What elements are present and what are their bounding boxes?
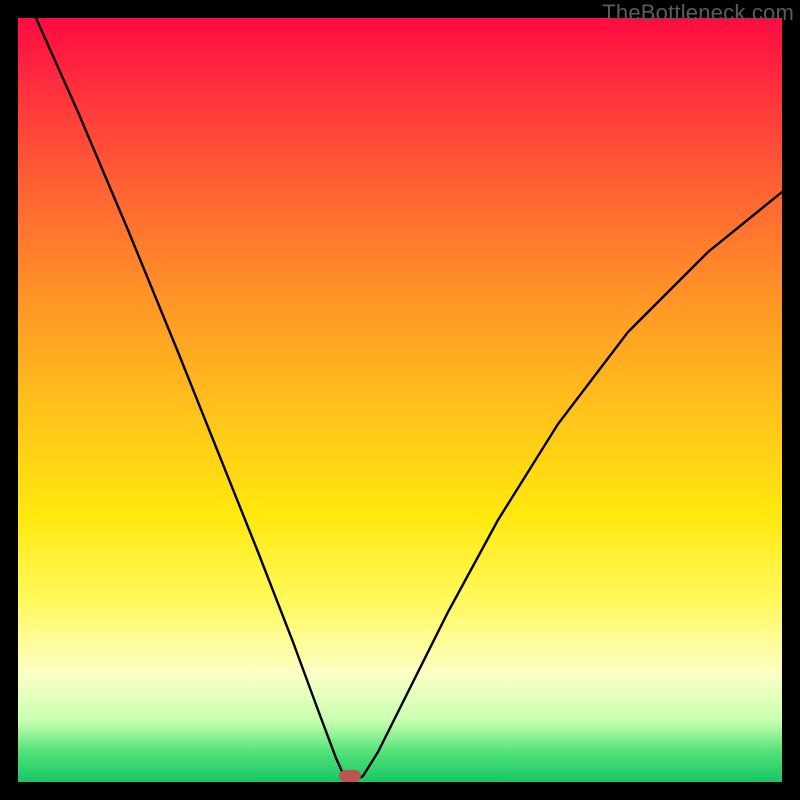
plot-frame <box>18 18 782 782</box>
bottleneck-curve <box>18 18 782 782</box>
curve-path <box>36 18 782 782</box>
watermark-text: TheBottleneck.com <box>602 0 794 26</box>
optimal-point-marker <box>339 770 361 782</box>
